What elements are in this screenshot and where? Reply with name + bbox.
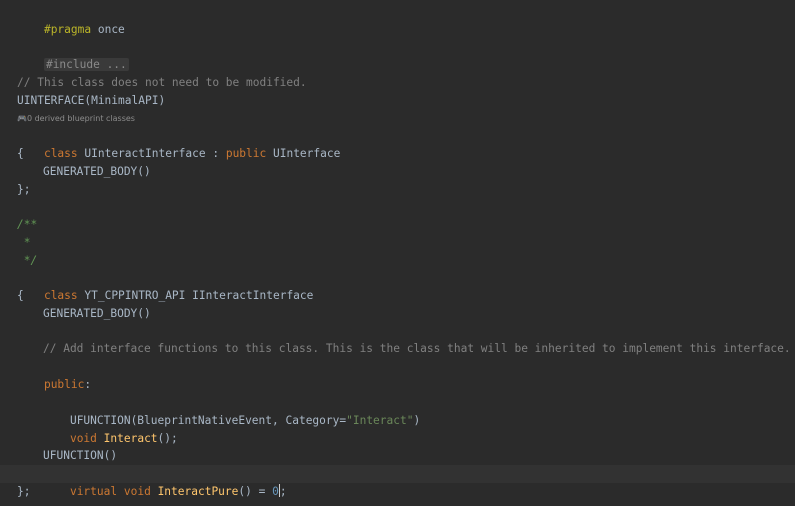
code-line-class-iinteract[interactable]: class YT_CPPINTRO_API IInteractInterface [17, 269, 313, 302]
ufunction-close: ) [413, 414, 421, 427]
function-args: (); [157, 432, 178, 445]
class-name: UInteractInterface : [77, 147, 226, 160]
code-line-interact-pure[interactable]: virtual void InteractPure() = 0; [43, 465, 287, 498]
function-name: Interact [103, 432, 158, 445]
category-string: "Interact" [346, 414, 414, 427]
code-line-include[interactable]: #include ... [17, 38, 129, 71]
code-line-doc-close[interactable]: */ [17, 252, 37, 270]
function-name: InteractPure [157, 485, 239, 498]
pragma-rest: once [91, 23, 125, 36]
class-declaration: YT_CPPINTRO_API IInteractInterface [77, 289, 314, 302]
code-line-class-uinteract[interactable]: class UInteractInterface : public UInter… [17, 127, 340, 160]
zero-literal: 0 [272, 485, 279, 498]
code-line-comment[interactable]: // This class does not need to be modifi… [17, 74, 307, 92]
code-line-doc-star[interactable]: * [17, 234, 31, 252]
virtual-keyword: virtual [69, 485, 118, 498]
pragma-keyword: #pragma [43, 23, 92, 36]
code-line-interact[interactable]: void Interact(); [43, 412, 178, 445]
semicolon: ; [279, 485, 287, 498]
public-keyword: public [43, 378, 85, 391]
public-keyword: public [225, 147, 267, 160]
hint-text: 0 derived blueprint classes [26, 114, 135, 123]
code-line-generated-body-2[interactable]: GENERATED_BODY() [43, 305, 151, 323]
code-line-pragma[interactable]: #pragma once [17, 3, 125, 36]
code-line-ufunction-1[interactable]: UFUNCTION(BlueprintNativeEvent, Category… [43, 394, 420, 427]
gamepad-icon: 🎮 [17, 114, 27, 123]
public-colon: : [84, 378, 92, 391]
code-line-uinterface[interactable]: UINTERFACE(MinimalAPI) [17, 92, 165, 110]
void-keyword: void [123, 485, 151, 498]
code-line-doc-open[interactable]: /** [17, 216, 37, 234]
code-line-public[interactable]: public: [17, 358, 91, 391]
pure-assign: () = [238, 485, 273, 498]
code-line-brace-open-2[interactable]: { [17, 287, 24, 305]
code-line-brace-close-2[interactable]: }; [17, 483, 30, 501]
folded-include-region[interactable]: #include ... [43, 58, 129, 71]
base-class: UInterface [266, 147, 341, 160]
void-keyword: void [69, 432, 97, 445]
class-keyword: class [43, 289, 78, 302]
code-line-ufunction-2[interactable]: UFUNCTION() [43, 447, 117, 465]
class-keyword: class [43, 147, 78, 160]
code-line-brace-close[interactable]: }; [17, 181, 30, 199]
code-line-generated-body[interactable]: GENERATED_BODY() [43, 163, 151, 181]
code-line-comment-add[interactable]: // Add interface functions to this class… [43, 340, 791, 358]
code-editor[interactable]: #pragma once #include ... // This class … [0, 0, 795, 506]
code-line-brace-open[interactable]: { [17, 145, 24, 163]
blueprint-classes-hint[interactable]: 🎮0 derived blueprint classes [17, 112, 135, 126]
